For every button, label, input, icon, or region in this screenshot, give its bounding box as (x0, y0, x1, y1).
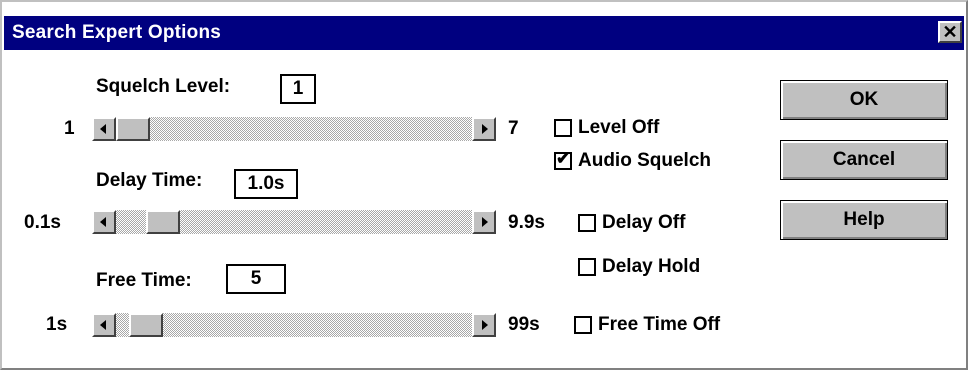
squelch-max-label: 7 (508, 118, 519, 139)
delay-hold-checkbox[interactable] (578, 258, 596, 276)
cancel-button[interactable]: Cancel (780, 140, 948, 180)
squelch-level-value: 1 (280, 74, 316, 104)
level-off-label[interactable]: Level Off (578, 117, 659, 139)
free-time-label: Free Time: (96, 270, 192, 291)
arrow-right-icon[interactable] (472, 313, 496, 337)
slider-track[interactable] (116, 117, 472, 141)
free-time-slider[interactable] (92, 313, 496, 337)
delay-hold-label[interactable]: Delay Hold (602, 256, 700, 278)
ok-button[interactable]: OK (780, 80, 948, 120)
slider-thumb[interactable] (116, 117, 150, 141)
free-time-off-label[interactable]: Free Time Off (598, 314, 720, 336)
free-max-label: 99s (508, 314, 540, 335)
arrow-right-icon[interactable] (472, 117, 496, 141)
level-off-checkbox[interactable] (554, 119, 572, 137)
slider-track[interactable] (116, 313, 472, 337)
delay-time-label: Delay Time: (96, 170, 203, 191)
delay-time-slider[interactable] (92, 210, 496, 234)
audio-squelch-checkbox[interactable]: ✔ (554, 149, 572, 170)
checkmark-icon: ✔ (556, 149, 571, 168)
free-time-off-checkbox[interactable] (574, 316, 592, 334)
delay-max-label: 9.9s (508, 212, 545, 233)
window-title: Search Expert Options (12, 22, 222, 43)
squelch-min-label: 1 (64, 118, 75, 139)
free-min-label: 1s (46, 314, 68, 335)
help-button[interactable]: Help (780, 200, 948, 240)
close-button[interactable]: ✕ (938, 21, 962, 43)
audio-squelch-label[interactable]: Audio Squelch (578, 150, 711, 172)
squelch-level-label: Squelch Level: (96, 76, 231, 97)
arrow-right-icon[interactable] (472, 210, 496, 234)
title-bar[interactable]: Search Expert Options ✕ (4, 16, 964, 50)
delay-off-label[interactable]: Delay Off (602, 212, 685, 234)
slider-thumb[interactable] (146, 210, 180, 234)
search-expert-options-dialog: Search Expert Options ✕ Squelch Level: 1… (0, 0, 968, 370)
squelch-level-slider[interactable] (92, 117, 496, 141)
delay-min-label: 0.1s (24, 212, 61, 233)
free-time-value: 5 (226, 264, 286, 294)
arrow-left-icon[interactable] (92, 210, 116, 234)
delay-off-checkbox[interactable] (578, 214, 596, 232)
arrow-left-icon[interactable] (92, 117, 116, 141)
slider-thumb[interactable] (129, 313, 163, 337)
arrow-left-icon[interactable] (92, 313, 116, 337)
close-icon: ✕ (942, 22, 958, 42)
delay-time-value: 1.0s (234, 169, 298, 199)
